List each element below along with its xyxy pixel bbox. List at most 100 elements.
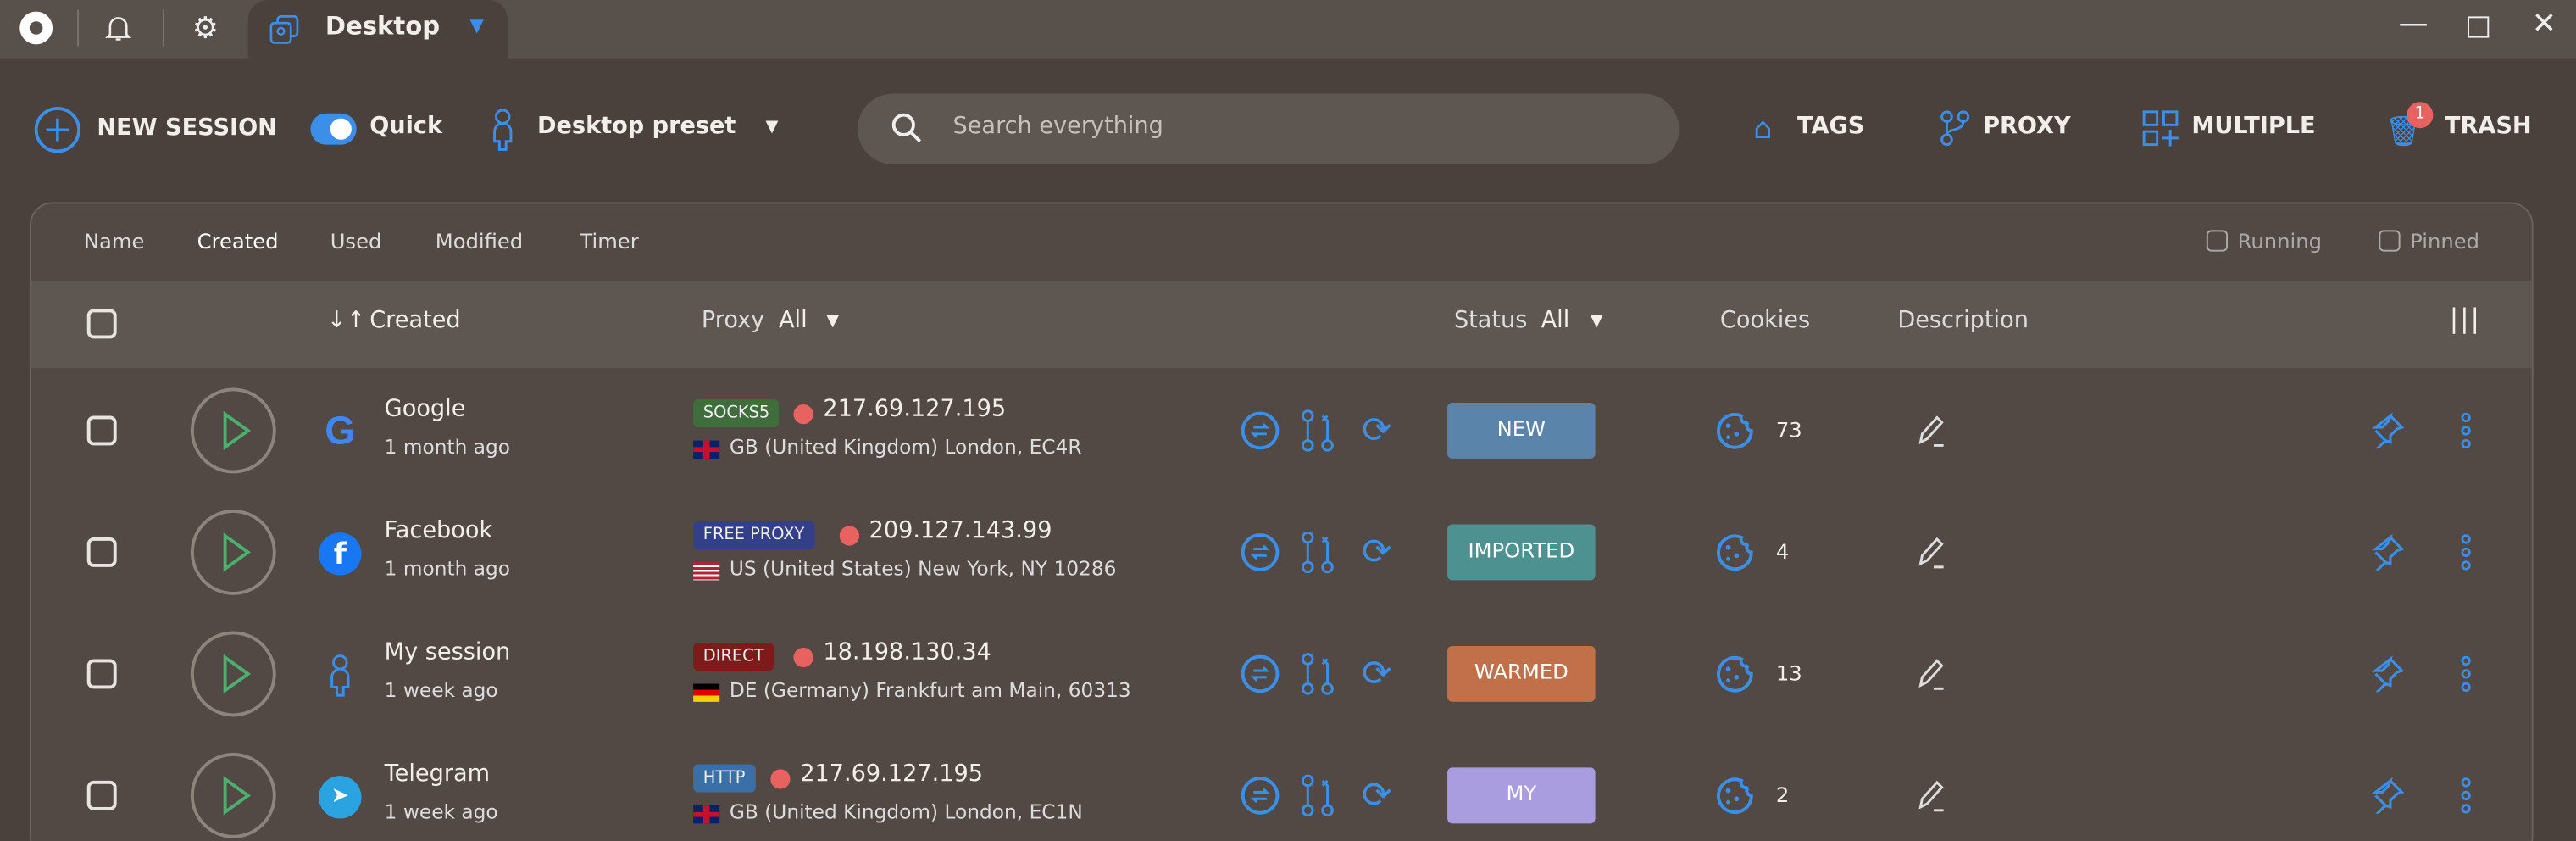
row-checkbox[interactable] xyxy=(86,659,117,689)
edit-description-icon[interactable] xyxy=(1914,411,1954,451)
pinned-checkbox[interactable] xyxy=(2379,230,2401,252)
new-session-button[interactable]: + NEW SESSION xyxy=(34,105,277,154)
refresh-icon[interactable]: ⟳ xyxy=(1357,654,1396,694)
play-button[interactable] xyxy=(190,387,276,474)
pin-icon[interactable] xyxy=(2368,411,2407,451)
swap-proxy-icon[interactable] xyxy=(1241,654,1280,694)
sort-tab-timer[interactable]: Timer xyxy=(580,228,638,253)
status-badge[interactable]: IMPORTED xyxy=(1447,524,1596,581)
proxy-branch-icon[interactable] xyxy=(1298,409,1338,452)
refresh-icon[interactable]: ⟳ xyxy=(1357,775,1396,816)
proxy-filter[interactable]: All xyxy=(779,308,808,334)
table-row[interactable]: ➤ Telegram 1 week ago HTTP 217.69.127.19… xyxy=(31,735,2532,841)
running-checkbox[interactable] xyxy=(2206,230,2229,252)
chevron-down-icon[interactable]: ▼ xyxy=(469,14,483,36)
google-icon: G xyxy=(325,409,356,454)
search-placeholder: Search everything xyxy=(952,113,1163,140)
multiple-button[interactable]: MULTIPLE xyxy=(2142,109,2323,151)
col-description: Description xyxy=(1897,307,2029,334)
select-all-checkbox[interactable] xyxy=(86,309,117,339)
proxy-ip[interactable]: 209.127.143.99 xyxy=(869,518,1052,544)
columns-menu-icon[interactable]: ||| xyxy=(2450,303,2481,334)
edit-description-icon[interactable] xyxy=(1914,776,1954,816)
session-created: 1 week ago xyxy=(384,800,498,824)
proxy-filter-chevron-icon[interactable]: ▼ xyxy=(826,312,839,330)
more-options-icon[interactable] xyxy=(2453,411,2479,451)
maximize-button[interactable] xyxy=(2468,16,2490,38)
app-logo-icon[interactable] xyxy=(19,11,53,45)
telegram-icon: ➤ xyxy=(317,774,363,820)
pinned-label: Pinned xyxy=(2410,228,2480,253)
swap-proxy-icon[interactable] xyxy=(1241,411,1280,451)
cookie-icon[interactable] xyxy=(1715,411,1755,451)
status-badge[interactable]: MY xyxy=(1447,767,1596,824)
person-icon xyxy=(317,653,363,699)
session-name[interactable]: My session xyxy=(385,639,511,666)
session-name[interactable]: Telegram xyxy=(385,761,490,788)
swap-proxy-icon[interactable] xyxy=(1241,532,1280,572)
status-badge[interactable]: NEW xyxy=(1447,403,1596,459)
tags-button[interactable]: ⌂ TAGS xyxy=(1745,109,1868,151)
row-checkbox[interactable] xyxy=(86,537,117,567)
sessions-panel: Name Created Used Modified Timer Running… xyxy=(29,202,2534,841)
swap-proxy-icon[interactable] xyxy=(1241,776,1280,816)
flag-icon xyxy=(693,440,720,459)
play-button[interactable] xyxy=(190,631,276,717)
proxy-button[interactable]: PROXY xyxy=(1939,109,2071,151)
status-filter-chevron-icon[interactable]: ▼ xyxy=(1591,312,1603,330)
close-button[interactable]: ✕ xyxy=(2532,7,2557,42)
gear-icon[interactable]: ⚙ xyxy=(187,10,224,47)
more-options-icon[interactable] xyxy=(2453,654,2479,694)
row-checkbox[interactable] xyxy=(86,415,117,446)
sort-tab-created[interactable]: Created xyxy=(197,228,279,253)
pin-icon[interactable] xyxy=(2368,654,2407,694)
cookies-count: 4 xyxy=(1775,538,1790,565)
search-input[interactable]: Search everything xyxy=(858,93,1679,164)
play-button[interactable] xyxy=(190,510,276,595)
status-filter[interactable]: All xyxy=(1541,308,1570,334)
col-created[interactable]: Created xyxy=(369,308,460,334)
sort-direction-icon[interactable]: ↓↑ xyxy=(327,308,366,334)
table-row[interactable]: f Facebook 1 month ago FREE PROXY 209.12… xyxy=(31,492,2532,613)
trash-button[interactable]: 🗑 1 TRASH xyxy=(2384,102,2536,151)
more-options-icon[interactable] xyxy=(2453,532,2479,572)
sort-tab-modified[interactable]: Modified xyxy=(436,228,523,253)
minimize-button[interactable]: — xyxy=(2399,7,2429,42)
col-cookies: Cookies xyxy=(1719,307,1811,334)
proxy-ip[interactable]: 18.198.130.34 xyxy=(823,639,991,666)
edit-description-icon[interactable] xyxy=(1914,654,1954,694)
cookie-icon[interactable] xyxy=(1715,776,1755,816)
more-options-icon[interactable] xyxy=(2453,776,2479,816)
refresh-icon[interactable]: ⟳ xyxy=(1357,410,1396,451)
pin-icon[interactable] xyxy=(2368,532,2407,572)
row-checkbox[interactable] xyxy=(86,780,117,810)
quick-toggle[interactable] xyxy=(310,113,357,145)
pin-icon[interactable] xyxy=(2368,776,2407,816)
refresh-icon[interactable]: ⟳ xyxy=(1357,532,1396,572)
proxy-branch-icon[interactable] xyxy=(1298,531,1338,574)
preset-select[interactable]: Desktop preset xyxy=(537,114,736,140)
proxy-type-badge: SOCKS5 xyxy=(693,399,780,428)
col-proxy: Proxy xyxy=(701,307,765,334)
divider xyxy=(162,9,164,47)
play-button[interactable] xyxy=(190,752,276,838)
proxy-branch-icon[interactable] xyxy=(1298,653,1338,695)
session-name[interactable]: Facebook xyxy=(385,518,493,544)
proxy-ip[interactable]: 217.69.127.195 xyxy=(800,761,983,788)
cookie-icon[interactable] xyxy=(1715,532,1755,572)
cookie-icon[interactable] xyxy=(1715,654,1755,694)
table-row[interactable]: My session 1 week ago DIRECT 18.198.130.… xyxy=(31,613,2532,734)
sort-tab-used[interactable]: Used xyxy=(330,228,382,253)
bell-icon[interactable] xyxy=(102,12,135,45)
table-row[interactable]: G Google 1 month ago SOCKS5 217.69.127.1… xyxy=(31,370,2532,491)
proxy-ip[interactable]: 217.69.127.195 xyxy=(823,396,1006,422)
status-badge[interactable]: WARMED xyxy=(1447,645,1596,702)
sort-tab-name[interactable]: Name xyxy=(84,228,145,253)
preset-chevron-icon[interactable]: ▼ xyxy=(765,119,778,136)
proxy-type-badge: HTTP xyxy=(693,764,756,793)
session-name[interactable]: Google xyxy=(385,396,466,422)
tab-desktop[interactable]: Desktop ▼ xyxy=(247,0,508,59)
session-created: 1 month ago xyxy=(384,435,511,459)
edit-description-icon[interactable] xyxy=(1914,532,1954,572)
proxy-branch-icon[interactable] xyxy=(1298,774,1338,817)
